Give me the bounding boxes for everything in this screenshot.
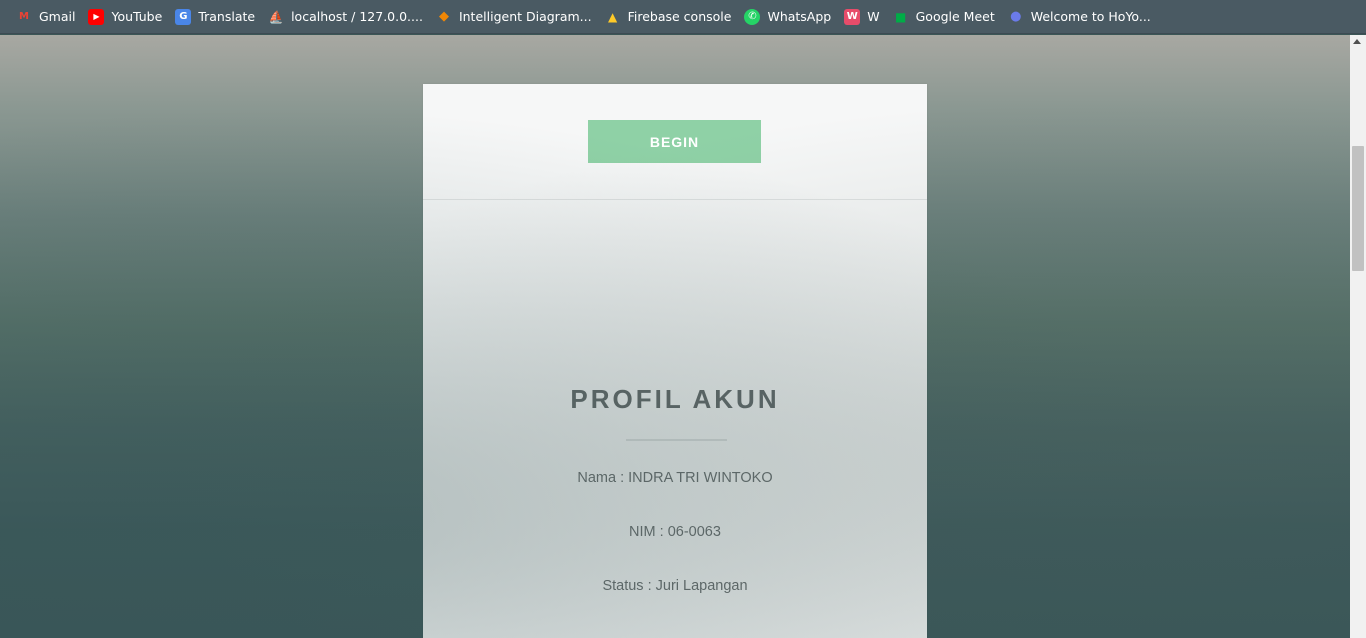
status-text: Status : Juri Lapangan — [602, 578, 748, 594]
youtube-icon: ▶ — [88, 8, 105, 25]
nama-text: Nama : INDRA TRI WINTOKO — [577, 470, 773, 486]
title-divider — [626, 439, 727, 441]
whatsapp-icon: ✆ — [744, 8, 761, 25]
phpmyadmin-icon: ⛵ — [268, 9, 284, 24]
bookmark-gmail[interactable]: M Gmail — [12, 4, 81, 30]
vertical-scrollbar[interactable] — [1350, 35, 1366, 638]
bookmark-w[interactable]: W W — [840, 4, 885, 30]
card-header: BEGIN — [423, 84, 927, 200]
bookmark-whatsapp[interactable]: ✆ WhatsApp — [740, 4, 837, 30]
scroll-up-arrow-icon[interactable] — [1353, 39, 1361, 44]
bookmark-label: localhost / 127.0.0.... — [291, 9, 423, 24]
google-meet-icon: ■ — [894, 9, 907, 24]
bookmark-label: W — [867, 9, 880, 24]
bookmark-firebase[interactable]: ▲ Firebase console — [601, 4, 738, 30]
profile-card: BEGIN PROFIL AKUN Nama : INDRA TRI WINTO… — [423, 84, 927, 638]
drawio-icon: ◆ — [438, 9, 449, 24]
page-background: BEGIN PROFIL AKUN Nama : INDRA TRI WINTO… — [0, 35, 1350, 638]
bookmark-drawio[interactable]: ◆ Intelligent Diagram... — [432, 4, 598, 30]
bookmark-label: YouTube — [111, 9, 163, 24]
bookmark-youtube[interactable]: ▶ YouTube — [84, 4, 168, 30]
begin-button[interactable]: BEGIN — [588, 120, 761, 163]
page-title: PROFIL AKUN — [570, 384, 780, 414]
firebase-icon: ▲ — [607, 9, 618, 24]
bookmark-label: Gmail — [39, 9, 76, 24]
bookmark-google-meet[interactable]: ■ Google Meet — [889, 4, 1001, 30]
bookmark-localhost[interactable]: ⛵ localhost / 127.0.0.... — [264, 4, 429, 30]
scroll-thumb[interactable] — [1352, 146, 1364, 271]
w-app-icon: W — [844, 8, 861, 25]
bookmark-label: Translate — [198, 9, 256, 24]
bookmark-label: Firebase console — [627, 9, 732, 24]
bookmark-label: Welcome to HoYo... — [1030, 9, 1151, 24]
google-translate-icon: G — [175, 8, 192, 25]
hoyolab-icon: ● — [1010, 9, 1022, 24]
bookmark-translate[interactable]: G Translate — [171, 4, 261, 30]
bookmark-hoyolab[interactable]: ● Welcome to HoYo... — [1004, 4, 1157, 30]
bookmark-label: Google Meet — [915, 9, 995, 24]
bookmark-label: Intelligent Diagram... — [458, 9, 592, 24]
gmail-icon: M — [19, 11, 29, 22]
nim-text: NIM : 06-0063 — [629, 524, 721, 540]
bookmark-label: WhatsApp — [767, 9, 832, 24]
bookmarks-bar: M Gmail ▶ YouTube G Translate ⛵ localhos… — [0, 0, 1366, 34]
